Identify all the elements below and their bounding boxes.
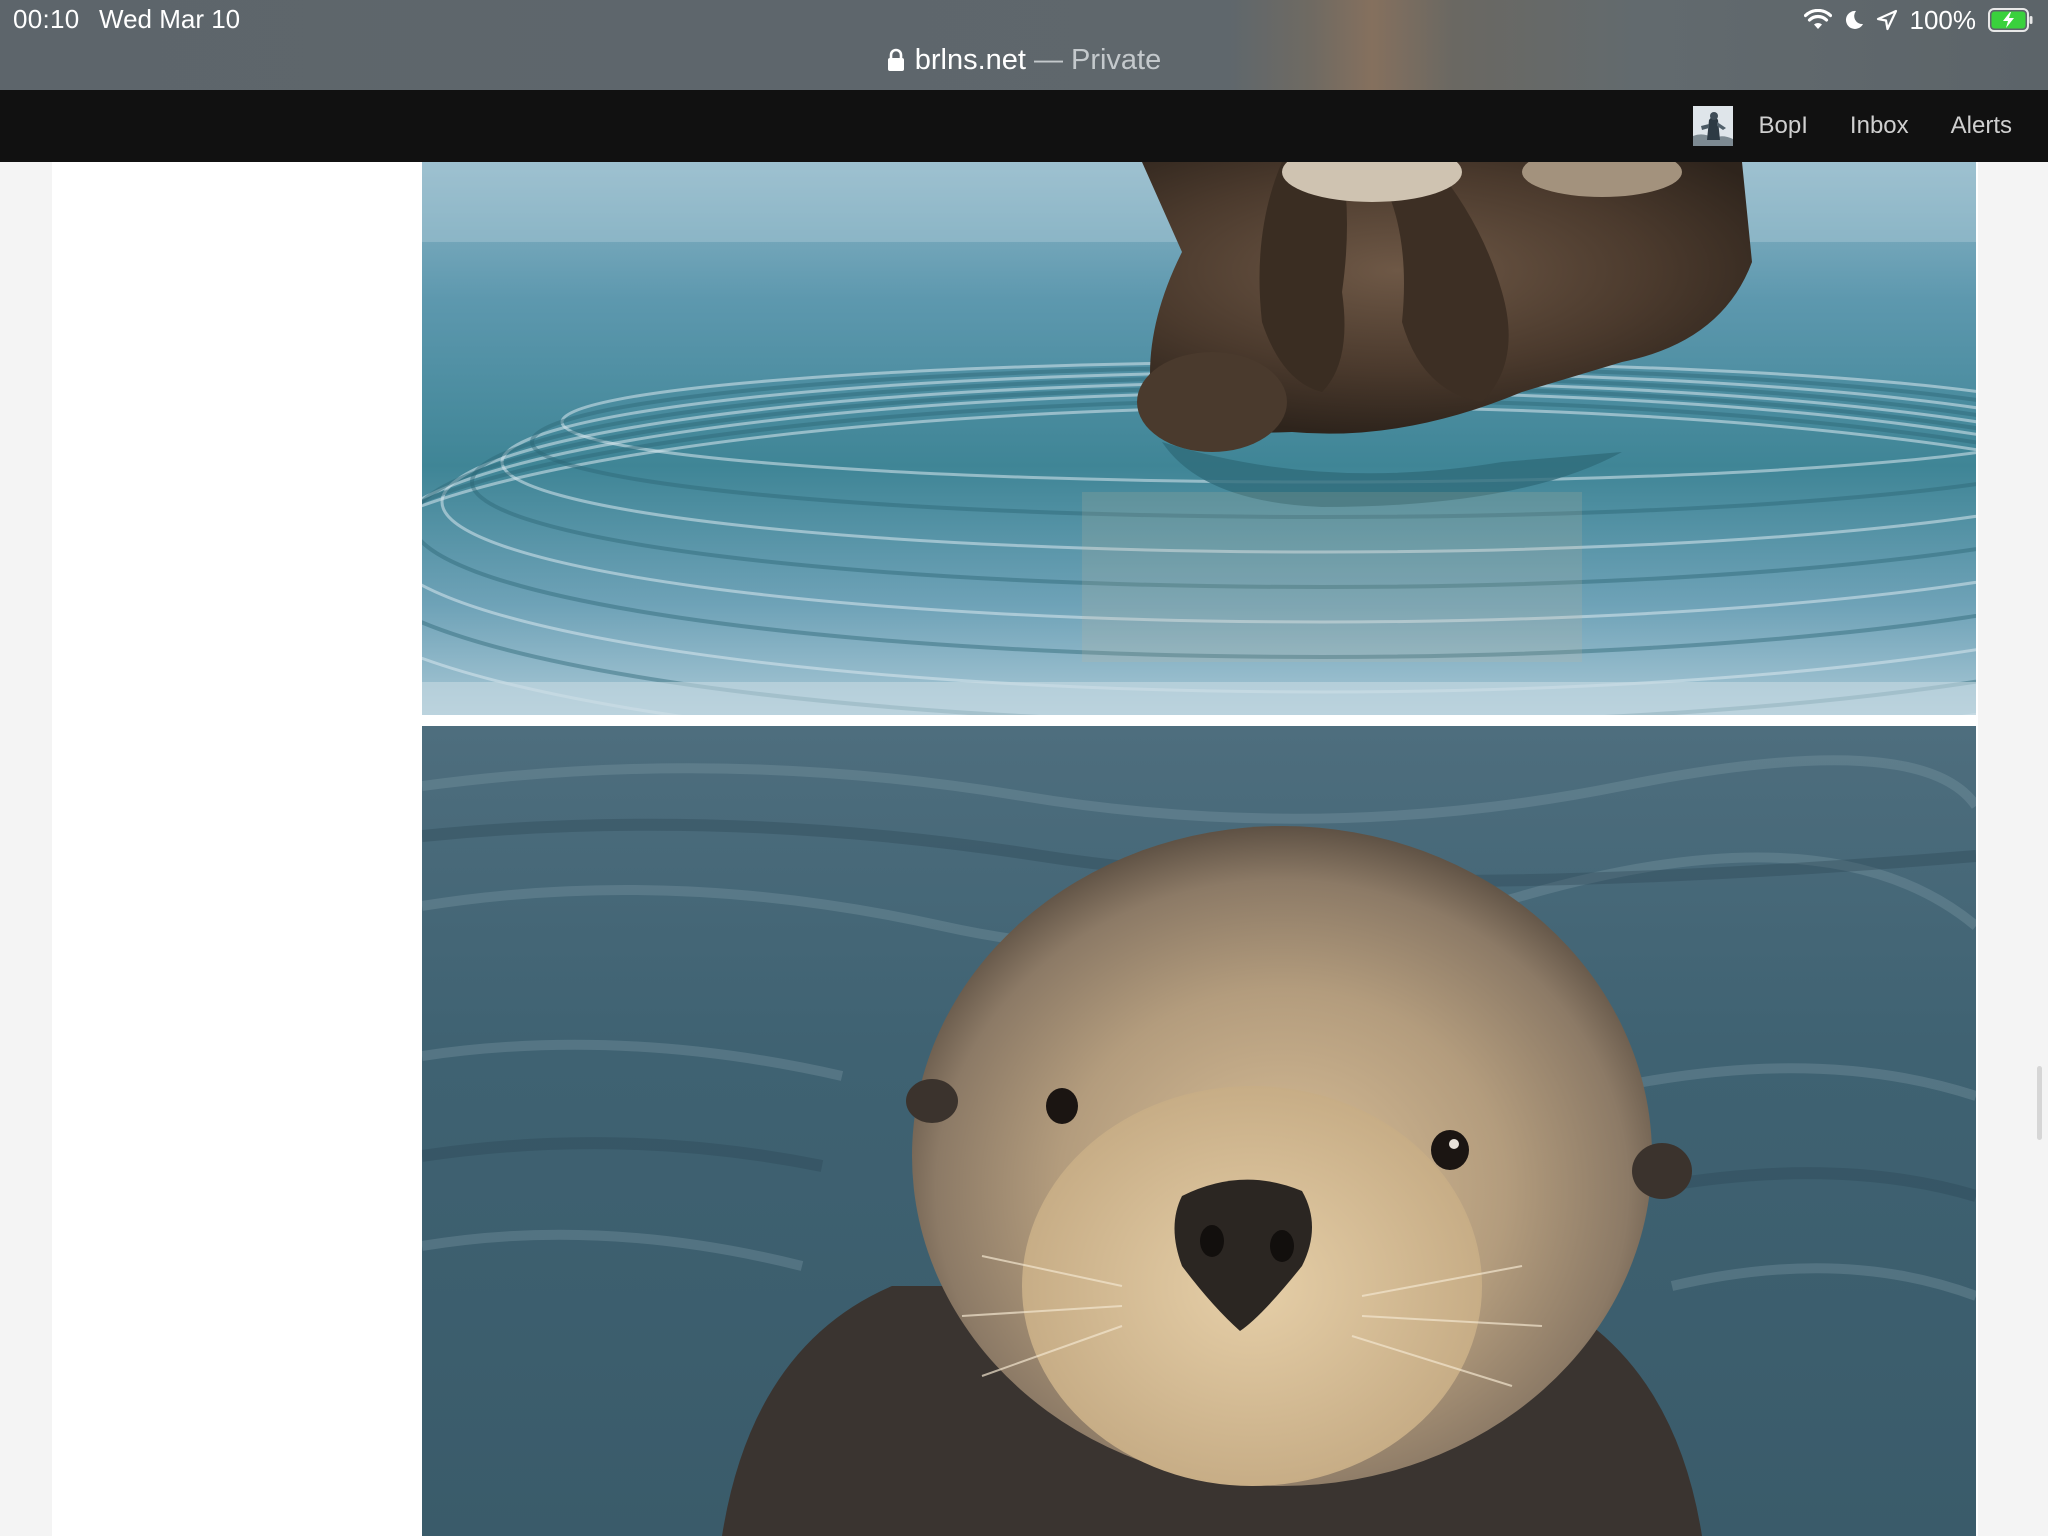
battery-charging-icon [1988, 8, 2034, 32]
nav-link-bopl[interactable]: BopI [1759, 112, 1808, 140]
address-bar[interactable]: brlns.net — Private [0, 40, 2048, 80]
status-time: 00:10 [13, 4, 80, 34]
location-icon [1876, 9, 1898, 31]
nav-link-inbox[interactable]: Inbox [1850, 112, 1909, 140]
scrollbar-indicator[interactable] [2037, 1066, 2042, 1140]
ios-status-bar: 00:10 Wed Mar 10 100% brlns.net — Privat… [0, 0, 2048, 90]
address-domain: brlns.net [914, 43, 1026, 76]
user-avatar[interactable] [1692, 106, 1733, 146]
nav-link-alerts[interactable]: Alerts [1951, 112, 2012, 140]
status-right-group: 100% [1803, 4, 2035, 36]
content-column [52, 162, 1978, 1536]
page-background [10, 162, 2035, 1536]
lock-icon [887, 48, 905, 72]
status-date: Wed Mar 10 [99, 4, 241, 34]
battery-percent: 100% [1909, 4, 1977, 35]
navbar-right: BopI Inbox Alerts [1692, 90, 2012, 162]
wifi-icon [1803, 9, 1832, 31]
sea-otter-photo-closeup[interactable] [422, 726, 1976, 1536]
moon-icon [1844, 9, 1864, 31]
address-separator: — [1033, 43, 1063, 76]
site-navbar: BopI Inbox Alerts [0, 90, 2048, 162]
private-mode-label: Private [1070, 43, 1162, 76]
sea-otter-photo-floating[interactable] [422, 162, 1976, 715]
